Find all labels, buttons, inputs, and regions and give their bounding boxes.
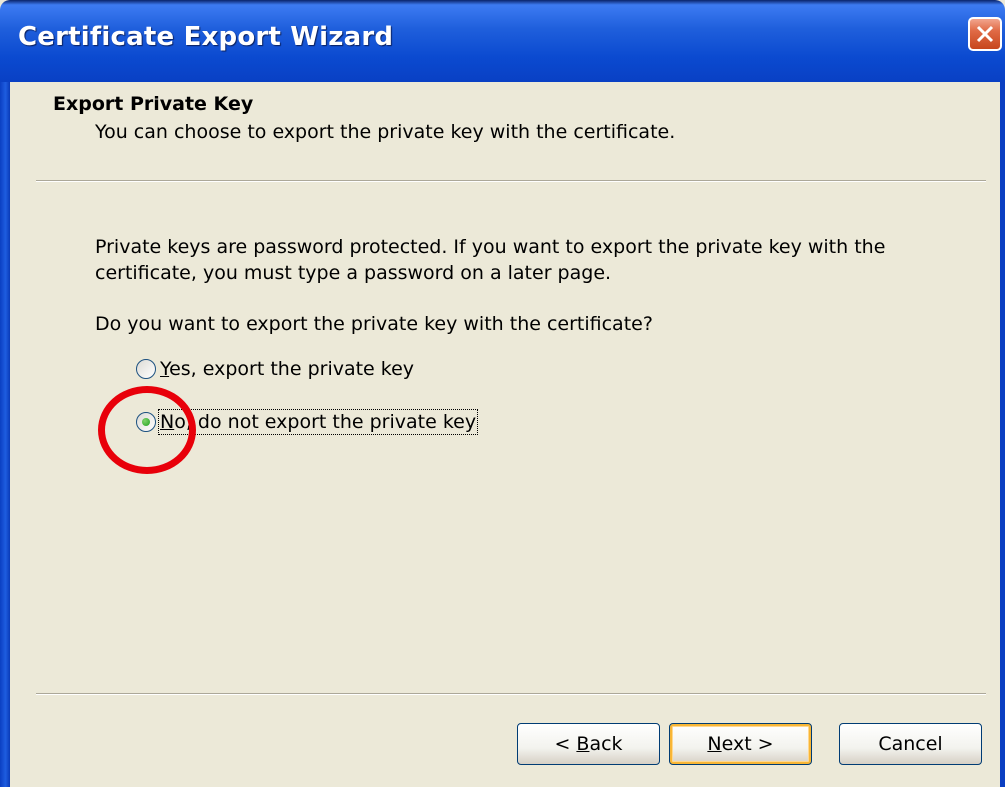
radio-export-yes[interactable]: Yes, export the private key	[136, 355, 414, 383]
radio-label-no-rest: o, do not export the private key	[174, 411, 477, 433]
next-button[interactable]: Next >	[669, 723, 812, 765]
page-subheading: You can choose to export the private key…	[95, 121, 676, 143]
window-frame-left	[0, 82, 10, 787]
back-button-prefix: <	[554, 733, 577, 755]
back-button[interactable]: < Back	[517, 723, 660, 765]
footer-divider	[36, 693, 986, 695]
certificate-export-wizard-window: Certificate Export Wizard Export Private…	[0, 0, 1005, 787]
radio-label-yes-rest: es, export the private key	[169, 358, 415, 380]
next-button-rest: ext >	[721, 733, 774, 755]
mnemonic-y: Y	[160, 358, 170, 380]
window-title: Certificate Export Wizard	[18, 22, 394, 52]
page-heading: Export Private Key	[53, 93, 254, 115]
question-text: Do you want to export the private key wi…	[95, 313, 653, 335]
next-button-mnemonic: N	[707, 733, 722, 755]
radio-label-yes[interactable]: Yes, export the private key	[160, 358, 414, 380]
window-frame-right	[1000, 82, 1005, 787]
cancel-button-label: Cancel	[878, 733, 943, 755]
radio-button-unselected[interactable]	[136, 359, 156, 379]
close-icon	[976, 25, 994, 43]
title-bar[interactable]: Certificate Export Wizard	[0, 0, 1005, 82]
header-divider	[36, 180, 986, 182]
close-button[interactable]	[968, 17, 1002, 51]
back-button-rest: ack	[589, 733, 623, 755]
radio-label-no[interactable]: No, do not export the private key	[157, 409, 479, 435]
cancel-button[interactable]: Cancel	[839, 723, 982, 765]
info-text: Private keys are password protected. If …	[95, 236, 886, 284]
red-circle-annotation	[98, 386, 196, 474]
back-button-mnemonic: B	[576, 733, 590, 755]
